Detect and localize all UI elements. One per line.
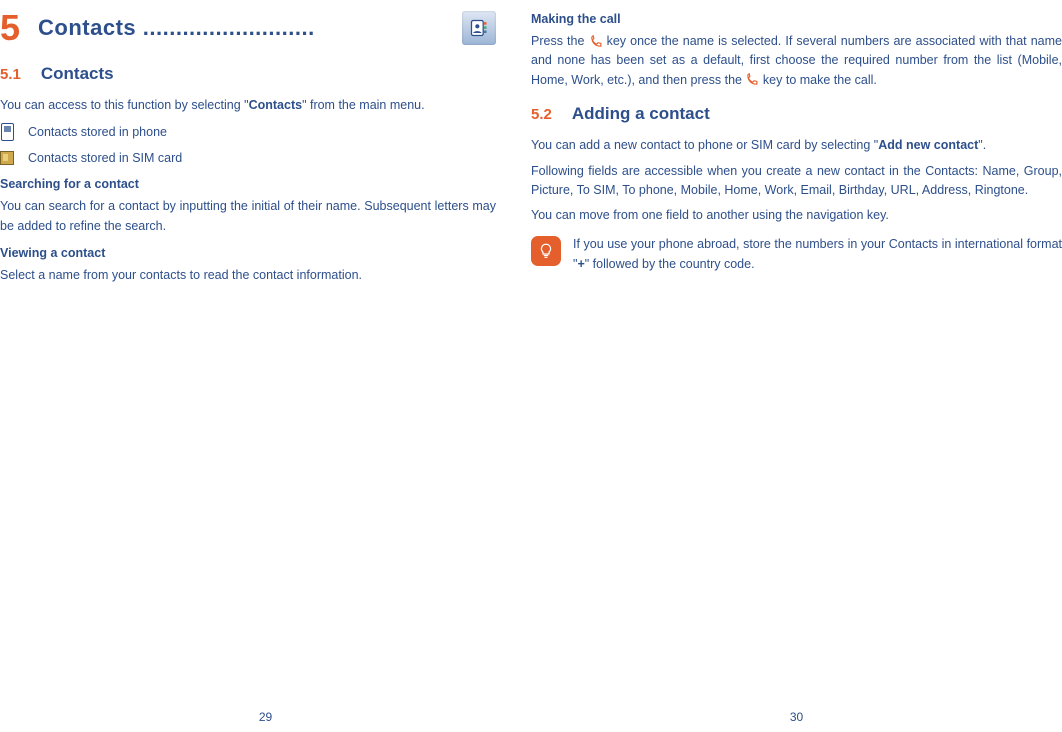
text-bold: Contacts [249, 98, 302, 112]
text-fragment: You can add a new contact to phone or SI… [531, 138, 878, 152]
text-fragment: ". [978, 138, 986, 152]
phone-storage-icon [0, 123, 14, 141]
call-key-icon [589, 35, 603, 49]
page-number: 30 [531, 710, 1062, 724]
add-contact-body: You can add a new contact to phone or SI… [531, 136, 1062, 155]
intro-paragraph: You can access to this function by selec… [0, 96, 496, 115]
chapter-title: Contacts .......................... [38, 15, 458, 41]
text-bold: + [577, 257, 584, 271]
sim-storage-icon [0, 149, 14, 167]
section-title: Adding a contact [572, 104, 710, 124]
storage-label: Contacts stored in phone [28, 125, 167, 139]
section-title: Contacts [41, 64, 114, 84]
nav-body: You can move from one field to another u… [531, 206, 1062, 225]
making-call-body: Press the key once the name is selected.… [531, 32, 1062, 90]
lightbulb-icon [531, 236, 561, 266]
viewing-body: Select a name from your contacts to read… [0, 266, 496, 285]
tip-block: If you use your phone abroad, store the … [531, 234, 1062, 275]
page-number: 29 [0, 710, 531, 724]
text-fragment: Press the [531, 34, 589, 48]
chapter-number: 5 [0, 10, 20, 46]
searching-body: You can search for a contact by inputtin… [0, 197, 496, 236]
storage-row-sim: Contacts stored in SIM card [0, 149, 496, 167]
subhead-making-call: Making the call [531, 12, 1062, 26]
page-right: Making the call Press the key once the n… [531, 0, 1062, 732]
page-left: 5 Contacts .......................... 5.… [0, 0, 531, 732]
section-number: 5.2 [531, 106, 552, 123]
storage-row-phone: Contacts stored in phone [0, 123, 496, 141]
section-number: 5.1 [0, 66, 21, 83]
subhead-searching: Searching for a contact [0, 177, 496, 191]
call-key-icon [745, 73, 759, 87]
storage-label: Contacts stored in SIM card [28, 151, 182, 165]
chapter-header: 5 Contacts .......................... [0, 10, 496, 46]
text-fragment: key to make the call. [759, 73, 876, 87]
contacts-app-icon [462, 11, 496, 45]
text-fragment: You can access to this function by selec… [0, 98, 249, 112]
text-fragment: " followed by the country code. [585, 257, 755, 271]
section-5-2: 5.2 Adding a contact [531, 104, 1062, 124]
text-fragment: " from the main menu. [302, 98, 425, 112]
tip-text: If you use your phone abroad, store the … [573, 234, 1062, 275]
fields-body: Following fields are accessible when you… [531, 162, 1062, 201]
section-5-1: 5.1 Contacts [0, 64, 496, 84]
text-bold: Add new contact [878, 138, 978, 152]
subhead-viewing: Viewing a contact [0, 246, 496, 260]
